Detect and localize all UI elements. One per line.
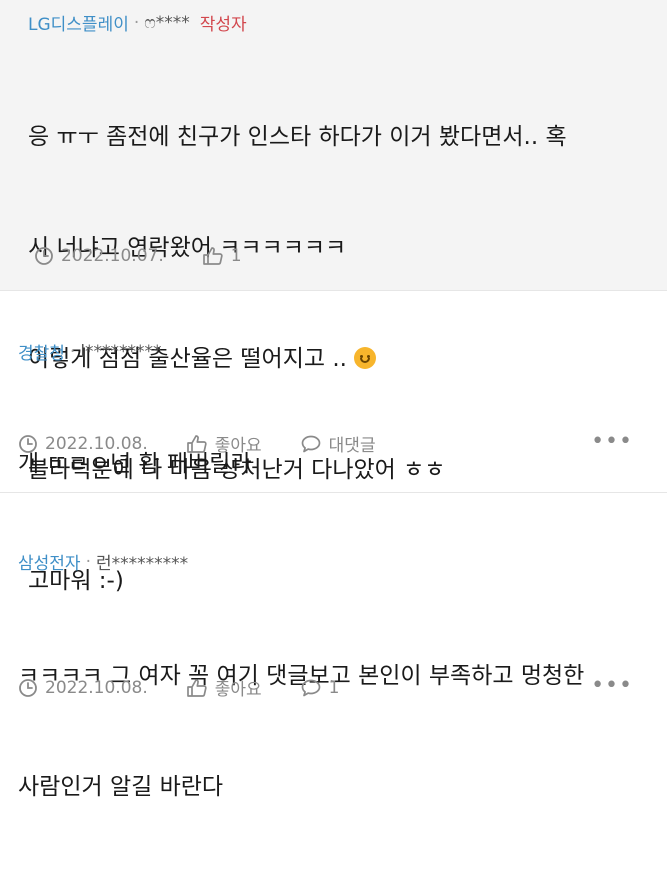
more-options-button[interactable]: ••• [591, 673, 633, 698]
reply-button[interactable]: 1 [300, 678, 340, 698]
comment-line: 응 ㅠㅜ 좀전에 친구가 인스타 하다가 이거 봤다면서.. 혹 [28, 124, 567, 150]
thumbs-up-icon [186, 678, 208, 698]
more-options-button[interactable]: ••• [591, 429, 633, 454]
comment-meta: 삼성전자 · 런********* [18, 493, 649, 575]
comment-author-reply: LG디스플레이 · ෆ**** 작성자 응 ㅠㅜ 좀전에 친구가 인스타 하다가… [0, 0, 667, 594]
date: 2022.10.07. [34, 246, 164, 266]
company-name[interactable]: LG디스플레이 [28, 10, 129, 35]
like-button[interactable]: 1 [202, 246, 242, 266]
separator-dot: · [133, 12, 140, 33]
date: 2022.10.08. [18, 434, 148, 454]
comment-footer: 2022.10.08. 좋아요 1 [18, 675, 378, 700]
nickname: ෆ**** [144, 12, 190, 33]
comment-meta: LG디스플레이 · ෆ**** 작성자 [28, 10, 639, 36]
like-button[interactable]: 좋아요 [186, 675, 262, 700]
like-count: 1 [230, 246, 242, 266]
comment: 경찰청 · l********* 개 ㄸㄹㅇ년 확 패버릴라 2022.10.0… [0, 290, 667, 492]
comment-footer: 2022.10.08. 좋아요 대댓글 [18, 431, 414, 456]
clock-icon [18, 678, 38, 698]
date: 2022.10.08. [18, 678, 148, 698]
clock-icon [34, 246, 54, 266]
reply-label: 대댓글 [328, 436, 376, 456]
company-name[interactable]: 삼성전자 [18, 549, 81, 574]
like-label: 좋아요 [214, 436, 262, 456]
comment-meta: 경찰청 · l********* [18, 291, 649, 365]
date-text: 2022.10.08. [45, 433, 148, 454]
separator-dot: · [85, 551, 91, 572]
reply-count: 1 [328, 677, 340, 698]
author-badge: 작성자 [199, 15, 247, 35]
date-text: 2022.10.07. [61, 246, 164, 266]
comment-footer: 2022.10.07. 1 [34, 246, 280, 266]
reply-button[interactable]: 대댓글 [300, 431, 376, 456]
comment-line: 사람인거 알길 바란다 [18, 774, 224, 800]
speech-bubble-icon [300, 434, 322, 454]
like-button[interactable]: 좋아요 [186, 431, 262, 456]
speech-bubble-icon [300, 678, 322, 698]
thumbs-up-icon [202, 246, 224, 266]
company-name[interactable]: 경찰청 [18, 339, 65, 364]
clock-icon [18, 434, 38, 454]
date-text: 2022.10.08. [45, 677, 148, 698]
comment-body: ㅋㅋㅋㅋ 그 여자 꼭 여기 댓글보고 본인이 부족하고 멍청한 사람인거 알길… [18, 584, 649, 880]
separator-dot: · [69, 341, 76, 362]
like-label: 좋아요 [214, 680, 262, 700]
comment: 삼성전자 · 런********* ㅋㅋㅋㅋ 그 여자 꼭 여기 댓글보고 본인… [0, 492, 667, 800]
nickname: 런********* [95, 554, 189, 574]
thumbs-up-icon [186, 434, 208, 454]
nickname: l********* [80, 341, 162, 362]
